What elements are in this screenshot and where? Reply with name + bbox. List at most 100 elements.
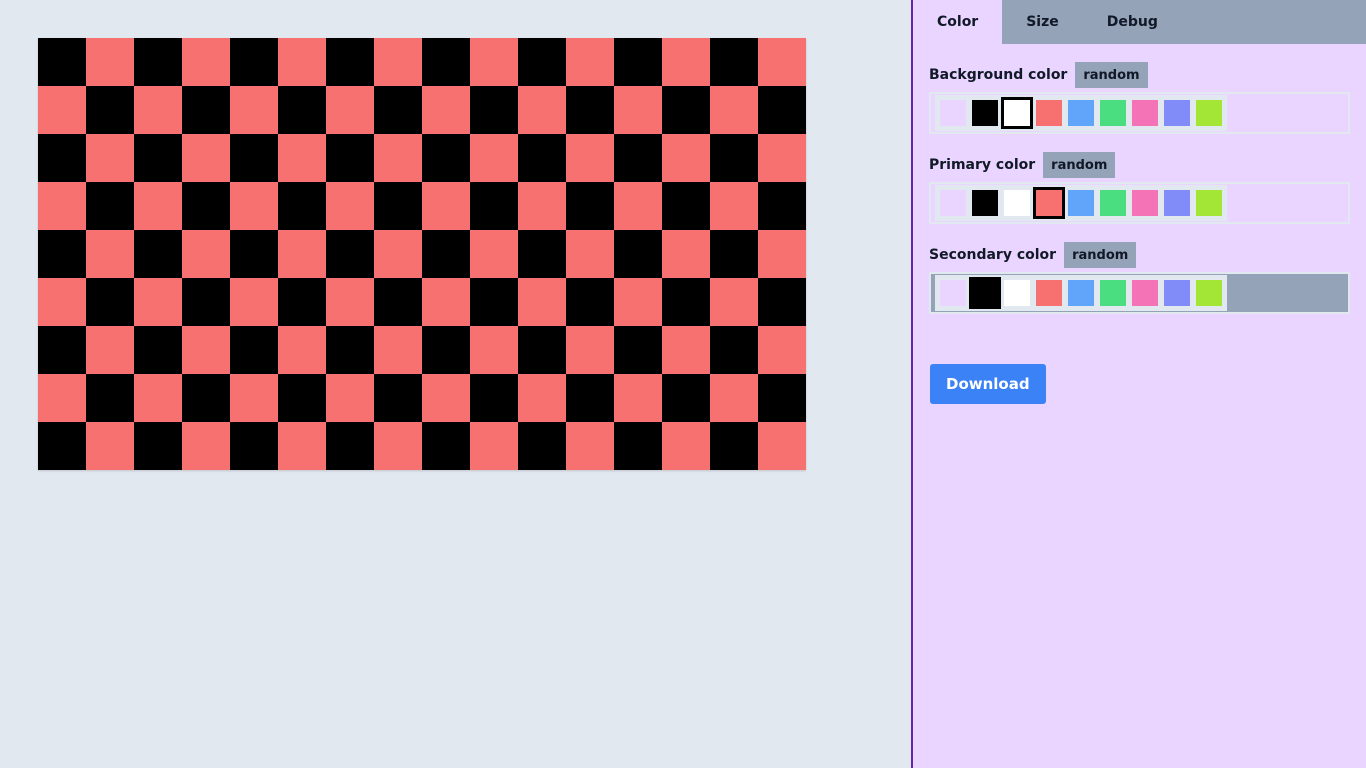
color-swatch[interactable] (1001, 277, 1033, 309)
color-swatch[interactable] (1065, 277, 1097, 309)
checker-cell (710, 86, 758, 134)
color-swatch[interactable] (1129, 187, 1161, 219)
checker-cell (470, 422, 518, 470)
color-swatch[interactable] (1065, 187, 1097, 219)
checker-cell (758, 230, 806, 278)
checker-cell (614, 86, 662, 134)
checker-cell (470, 278, 518, 326)
checker-cell (758, 278, 806, 326)
secondary-random-button[interactable]: random (1064, 242, 1137, 268)
checker-cell (38, 278, 86, 326)
checker-cell (710, 422, 758, 470)
checker-cell (518, 326, 566, 374)
checker-cell (518, 86, 566, 134)
checker-cell (758, 326, 806, 374)
color-swatch[interactable] (969, 187, 1001, 219)
checker-cell (662, 326, 710, 374)
color-swatch[interactable] (1129, 97, 1161, 129)
checker-cell (278, 374, 326, 422)
checker-cell (614, 134, 662, 182)
color-swatch[interactable] (969, 97, 1001, 129)
color-swatch[interactable] (1033, 187, 1065, 219)
color-swatch[interactable] (1097, 97, 1129, 129)
checker-cell (374, 38, 422, 86)
color-swatch[interactable] (1193, 187, 1225, 219)
checker-cell (422, 374, 470, 422)
checker-cell (470, 182, 518, 230)
color-swatch[interactable] (1129, 277, 1161, 309)
checker-cell (38, 422, 86, 470)
checker-cell (566, 278, 614, 326)
background-random-button[interactable]: random (1075, 62, 1148, 88)
color-swatch[interactable] (1193, 97, 1225, 129)
color-swatch[interactable] (1097, 277, 1129, 309)
color-swatch[interactable] (1161, 277, 1193, 309)
checker-cell (278, 134, 326, 182)
checker-cell (86, 134, 134, 182)
checker-cell (422, 422, 470, 470)
color-swatch[interactable] (1161, 97, 1193, 129)
checker-cell (566, 86, 614, 134)
checker-cell (134, 38, 182, 86)
tab-size[interactable]: Size (1002, 0, 1083, 44)
color-swatch[interactable] (937, 187, 969, 219)
checker-cell (662, 134, 710, 182)
checker-cell (86, 326, 134, 374)
checker-cell (614, 38, 662, 86)
checker-cell (230, 374, 278, 422)
color-swatch[interactable] (1097, 187, 1129, 219)
color-swatch[interactable] (937, 97, 969, 129)
checker-cell (374, 278, 422, 326)
checker-cell (710, 374, 758, 422)
checker-cell (278, 326, 326, 374)
checker-cell (710, 134, 758, 182)
color-swatch[interactable] (937, 277, 969, 309)
primary-random-button[interactable]: random (1043, 152, 1116, 178)
secondary-swatches (935, 275, 1227, 311)
checker-cell (38, 182, 86, 230)
canvas-area (0, 0, 911, 768)
checker-cell (278, 182, 326, 230)
checker-cell (662, 278, 710, 326)
checker-cell (86, 38, 134, 86)
checker-cell (86, 374, 134, 422)
primary-swatches (935, 185, 1227, 221)
secondary-swatch-bar (929, 272, 1350, 314)
checker-cell (470, 86, 518, 134)
checker-cell (470, 38, 518, 86)
color-swatch[interactable] (1193, 277, 1225, 309)
color-swatch[interactable] (969, 277, 1001, 309)
checker-cell (230, 230, 278, 278)
checker-cell (374, 230, 422, 278)
color-swatch[interactable] (1065, 97, 1097, 129)
color-swatch[interactable] (1033, 97, 1065, 129)
checker-cell (518, 134, 566, 182)
checker-cell (662, 38, 710, 86)
checker-cell (566, 38, 614, 86)
checker-cell (566, 134, 614, 182)
background-swatches (935, 95, 1227, 131)
checker-cell (182, 134, 230, 182)
color-swatch[interactable] (1001, 97, 1033, 129)
background-color-label: Background color (929, 67, 1068, 83)
tab-color[interactable]: Color (913, 0, 1003, 44)
download-button[interactable]: Download (930, 364, 1046, 404)
checker-cell (38, 86, 86, 134)
tab-debug[interactable]: Debug (1083, 0, 1182, 44)
checker-cell (134, 326, 182, 374)
checker-cell (518, 278, 566, 326)
color-swatch[interactable] (1001, 187, 1033, 219)
checkerboard-canvas (38, 38, 806, 470)
checker-cell (422, 38, 470, 86)
checker-cell (374, 422, 422, 470)
checker-cell (326, 86, 374, 134)
color-swatch[interactable] (1033, 277, 1065, 309)
checker-cell (278, 86, 326, 134)
checker-cell (278, 278, 326, 326)
primary-swatch-bar (929, 182, 1350, 224)
checker-cell (86, 182, 134, 230)
checker-cell (86, 230, 134, 278)
background-color-section: Background color random (929, 62, 1350, 134)
checker-cell (182, 38, 230, 86)
color-swatch[interactable] (1161, 187, 1193, 219)
